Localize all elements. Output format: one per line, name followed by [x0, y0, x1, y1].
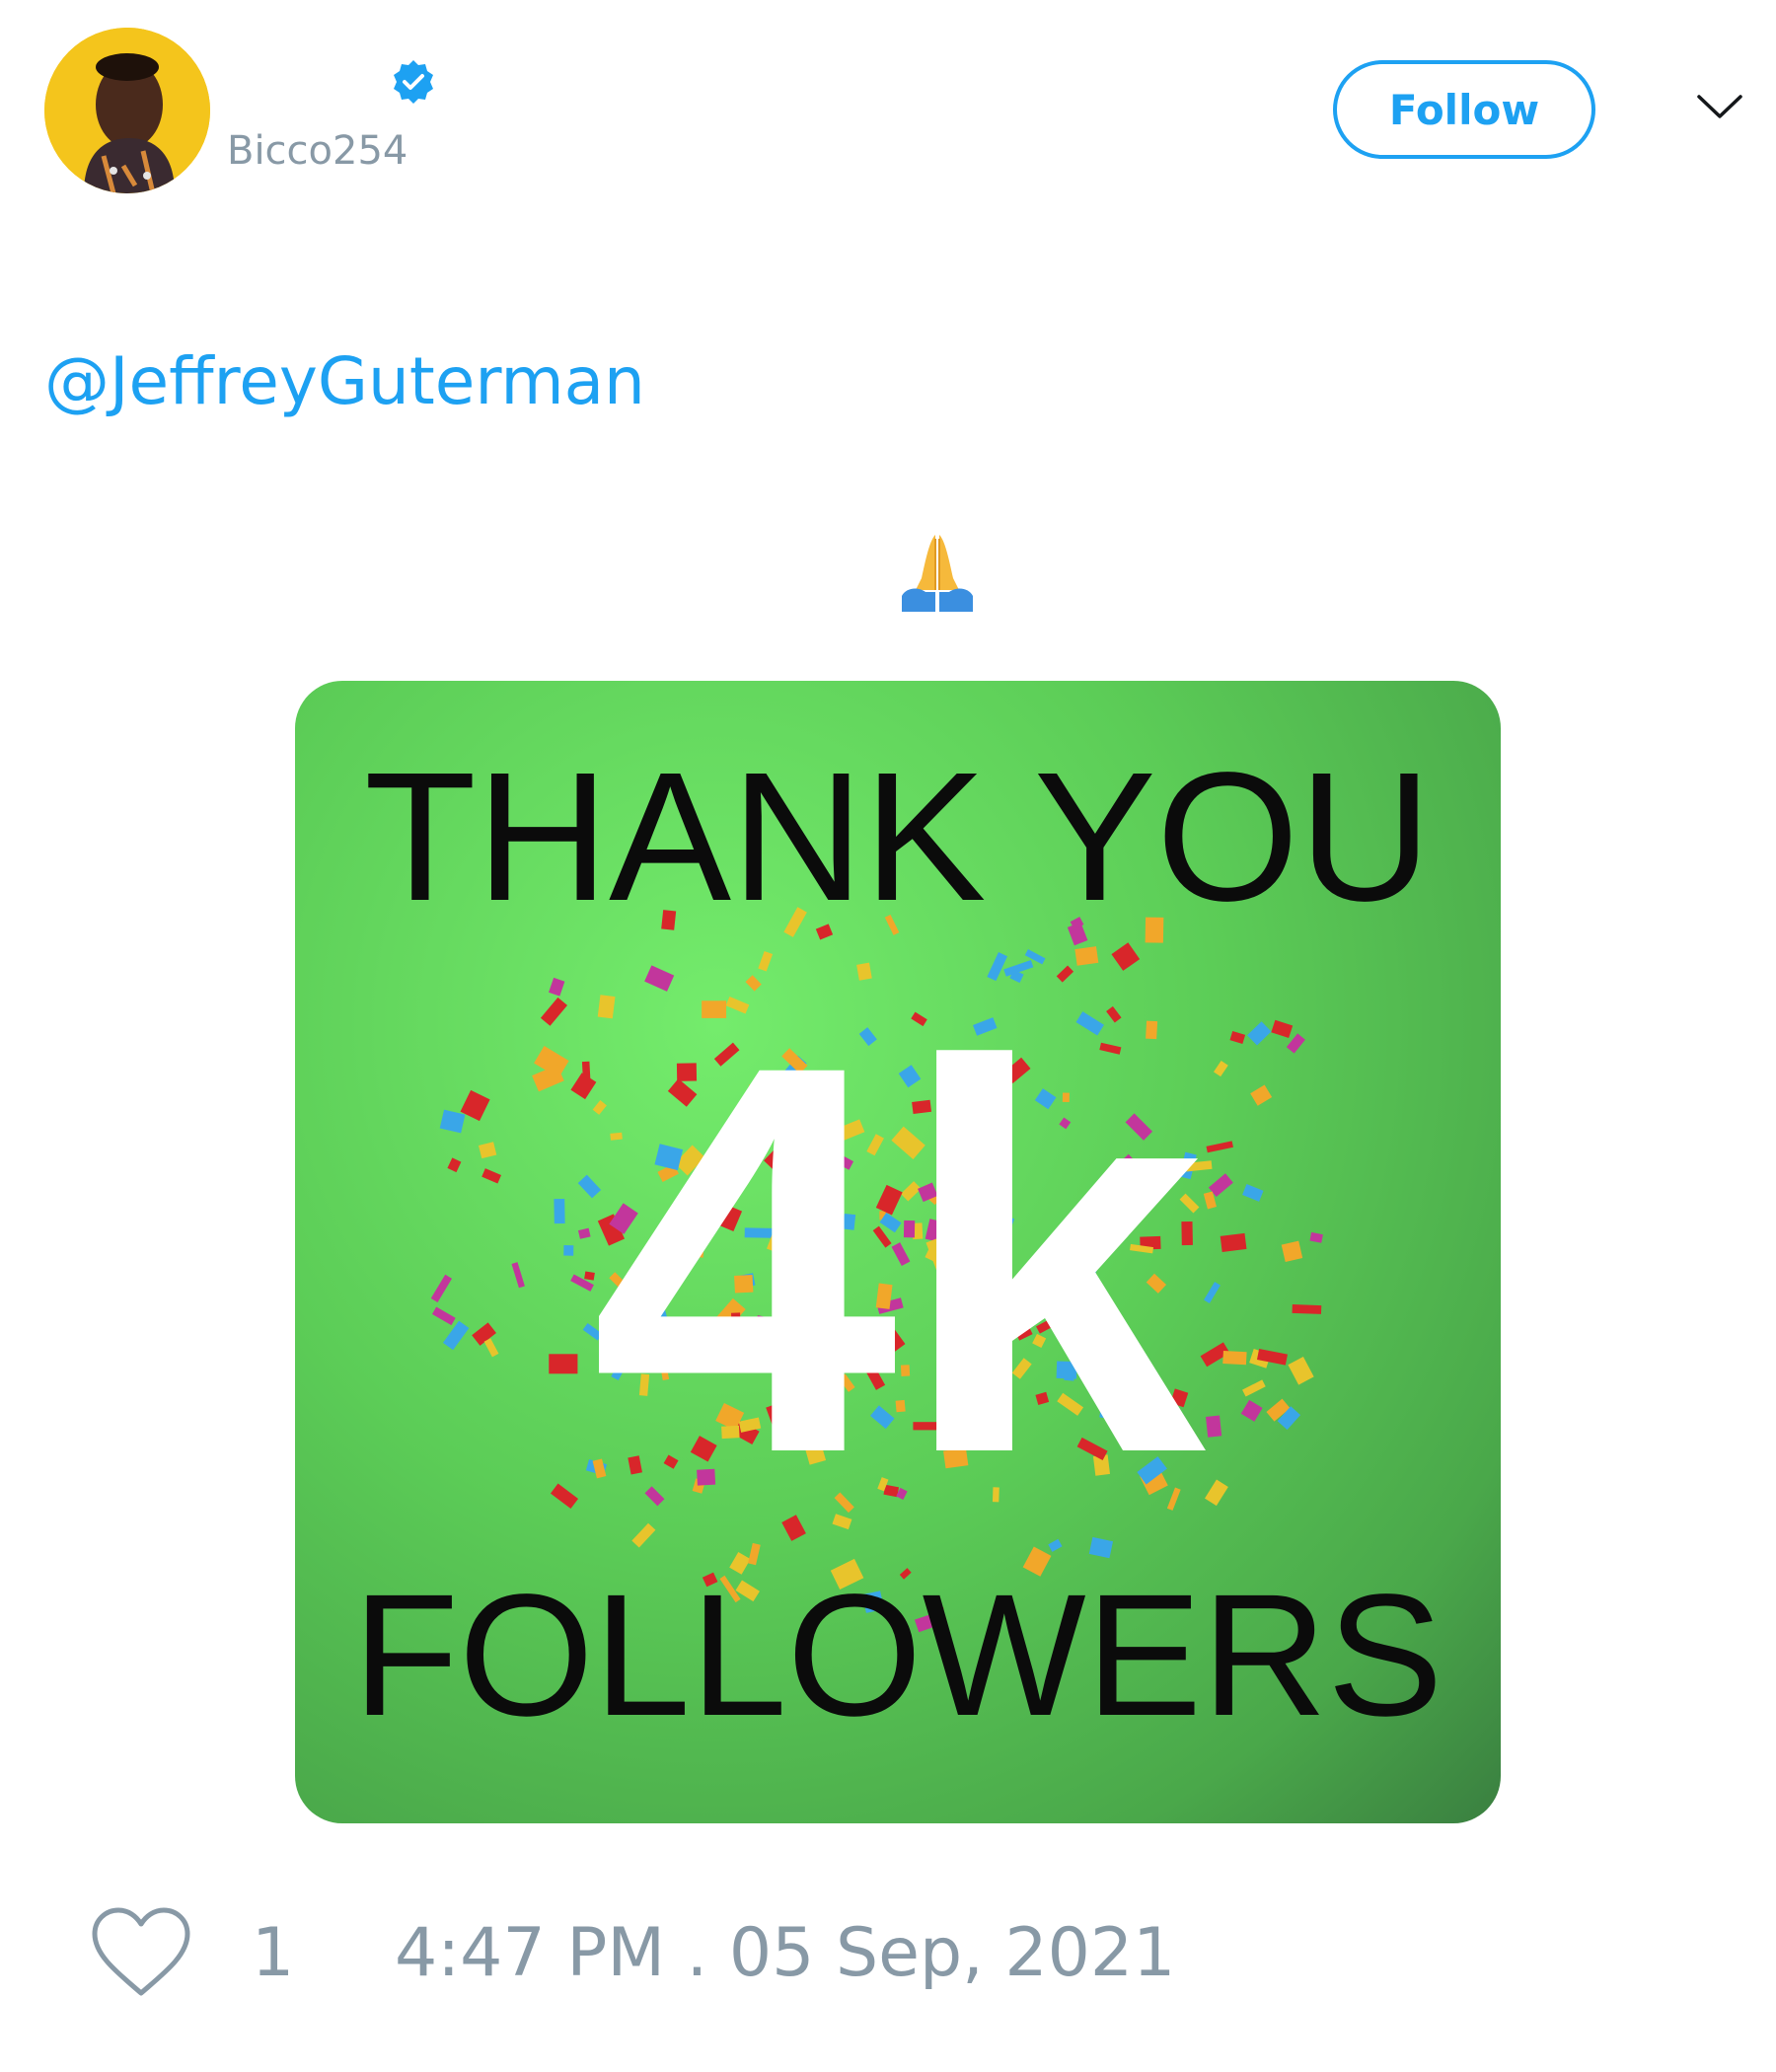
confetti-piece	[554, 1198, 565, 1224]
confetti-piece	[1292, 1304, 1322, 1314]
chevron-down-icon[interactable]	[1695, 91, 1744, 122]
confetti-piece	[439, 1109, 466, 1134]
confetti-piece	[550, 1483, 579, 1510]
confetti-piece	[549, 1354, 578, 1374]
confetti-piece	[1204, 1282, 1221, 1304]
confetti-piece	[479, 1142, 497, 1159]
confetti-piece	[1213, 1060, 1228, 1077]
confetti-piece	[511, 1262, 525, 1289]
mention-link[interactable]: @JeffreyGuterman	[44, 343, 645, 419]
media-graphic: THANK YOU 4k FOLLOWERS	[352, 735, 1443, 1752]
confetti-piece	[549, 977, 565, 997]
confetti-piece	[1240, 1399, 1263, 1422]
avatar-image	[44, 28, 210, 193]
tweet-media-image[interactable]: THANK YOU 4k FOLLOWERS	[295, 681, 1501, 1823]
folded-hands-emoji-icon	[902, 535, 973, 612]
like-count: 1	[252, 1914, 295, 1992]
confetti-piece	[577, 1227, 591, 1239]
confetti-piece	[1281, 1240, 1303, 1263]
confetti-piece	[431, 1306, 456, 1326]
follow-button[interactable]: Follow	[1333, 60, 1595, 159]
confetti-piece	[1242, 1379, 1266, 1397]
confetti-piece	[1242, 1183, 1264, 1202]
confetti-piece	[430, 1274, 453, 1302]
confetti-piece	[442, 1320, 470, 1351]
author-handle[interactable]: Bicco254	[227, 128, 407, 174]
confetti-piece	[1288, 1357, 1314, 1385]
confetti-piece	[1271, 1019, 1294, 1039]
confetti-piece	[1206, 1415, 1222, 1438]
confetti-piece	[1220, 1232, 1247, 1252]
confetti-piece	[1250, 1084, 1273, 1106]
media-line1: THANK YOU	[364, 735, 1432, 939]
confetti-piece	[563, 1245, 574, 1256]
confetti-piece	[540, 997, 568, 1026]
confetti-piece	[460, 1089, 490, 1122]
confetti-piece	[1206, 1141, 1233, 1153]
confetti-piece	[1286, 1033, 1305, 1054]
confetti-piece	[483, 1338, 499, 1358]
confetti-piece	[447, 1157, 462, 1173]
heart-icon[interactable]	[89, 1906, 193, 1999]
avatar[interactable]	[44, 28, 210, 193]
confetti-piece	[481, 1168, 502, 1184]
confetti-piece	[1229, 1030, 1246, 1044]
confetti-piece	[1205, 1479, 1228, 1507]
confetti-piece	[1247, 1021, 1272, 1046]
confetti-piece	[1309, 1231, 1323, 1243]
verified-badge-icon	[394, 60, 433, 104]
tweet-timestamp[interactable]: 4:47 PM . 05 Sep, 2021	[395, 1914, 1175, 1992]
media-line2: FOLLOWERS	[352, 1559, 1443, 1752]
media-number: 4k	[591, 950, 1209, 1568]
confetti-piece	[1222, 1351, 1247, 1366]
